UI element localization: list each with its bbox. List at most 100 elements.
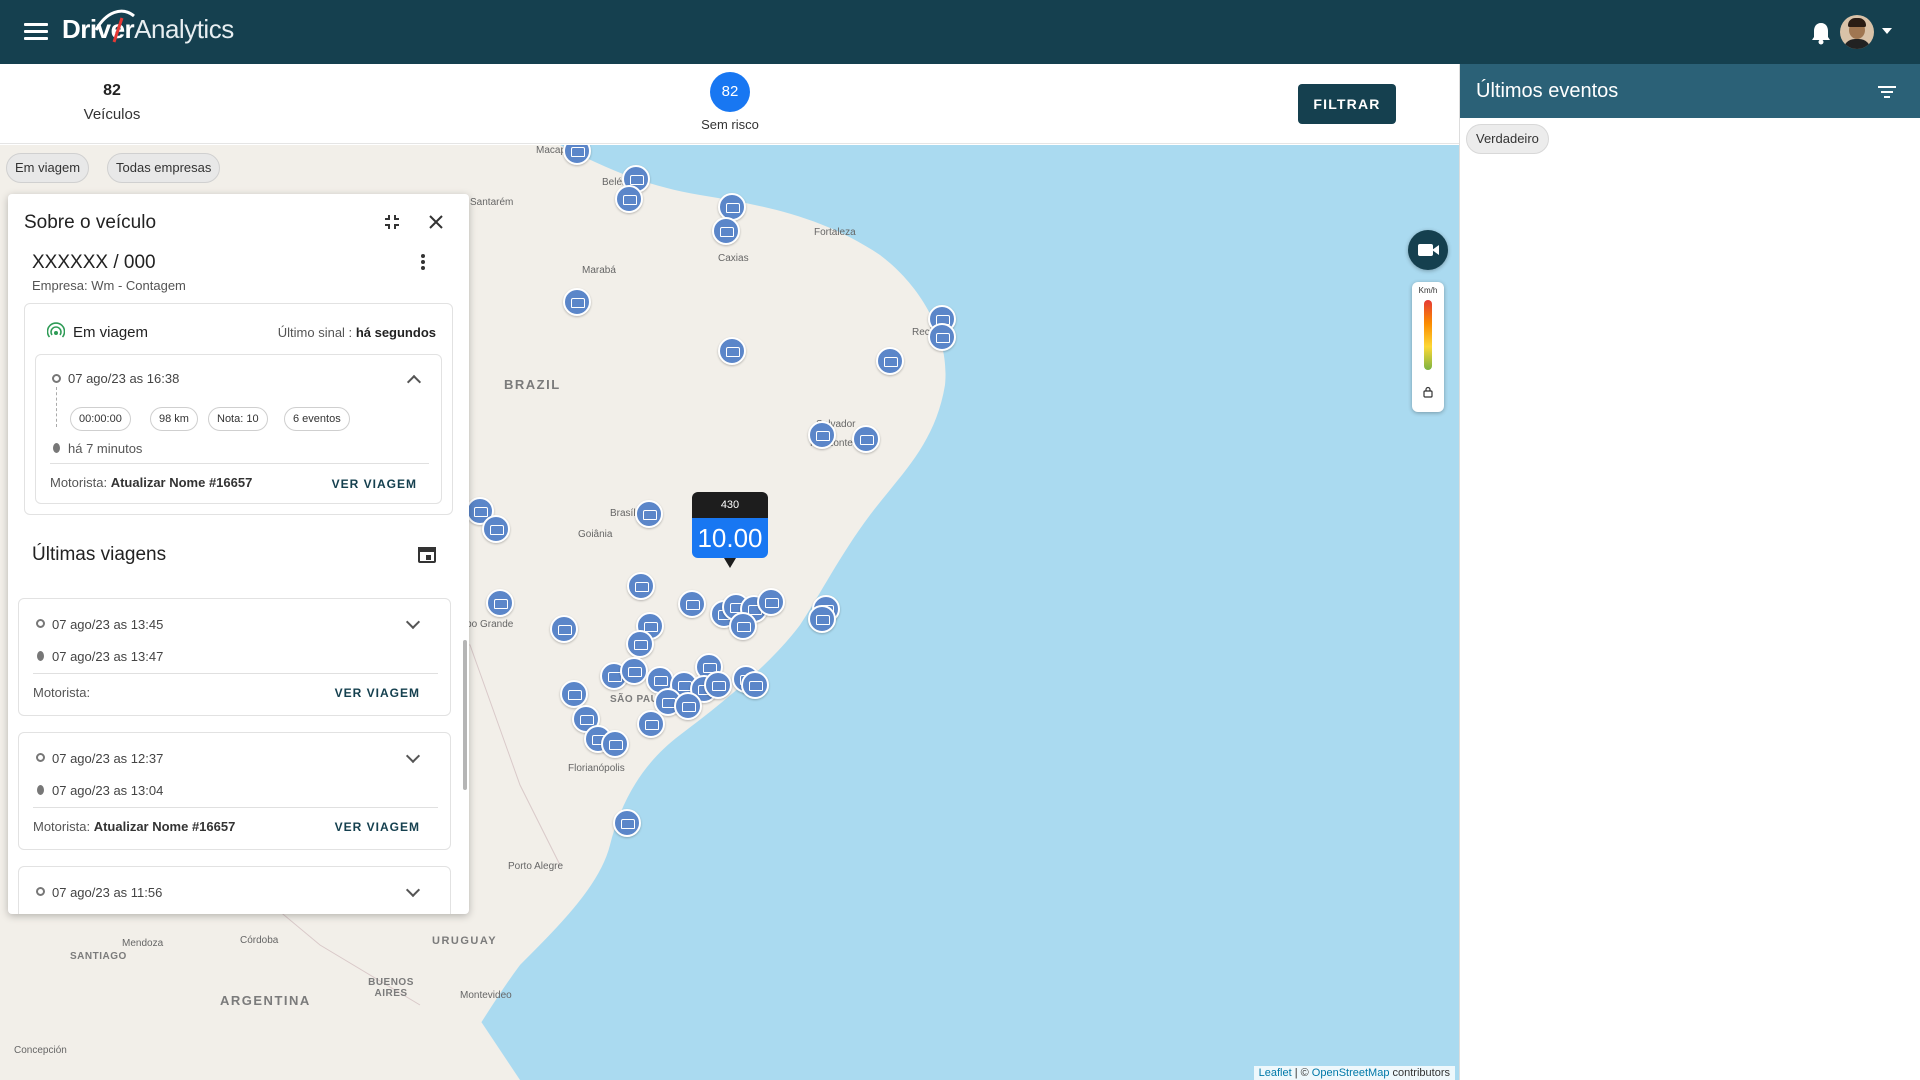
vehicle-marker[interactable] [674, 692, 702, 720]
total-vehicles-count: 82 [103, 82, 121, 99]
stats-bar: 82 Veículos 82 Sem risco FILTRAR [0, 64, 1459, 144]
vehicle-marker[interactable] [627, 572, 655, 600]
map-label: Mendoza [122, 938, 164, 949]
vehicle-marker[interactable] [560, 680, 588, 708]
trip-end: 07 ago/23 as 13:04 [52, 783, 164, 798]
vehicle-marker[interactable] [615, 185, 643, 213]
chevron-down-icon[interactable] [405, 748, 421, 764]
no-risk-stat[interactable]: 82 Sem risco [690, 72, 770, 132]
user-avatar[interactable] [1840, 15, 1874, 49]
vehicle-marker[interactable] [704, 671, 732, 699]
vehicle-marker[interactable] [718, 337, 746, 365]
vehicle-marker[interactable] [637, 710, 665, 738]
list-item: 07 ago/23 as 13:45 07 ago/23 as 13:47 Mo… [18, 598, 451, 716]
filter-button[interactable]: FILTRAR [1298, 84, 1396, 124]
map-label: Porto Alegre [508, 861, 564, 872]
map-label: Fortaleza [814, 227, 856, 238]
vehicle-marker[interactable] [852, 425, 880, 453]
map-label: BUENOS AIRES [368, 977, 414, 999]
chevron-down-icon[interactable] [1882, 28, 1892, 34]
map-label-country: SANTIAGO [70, 951, 127, 962]
trip-score: Nota: 10 [208, 407, 268, 431]
map-label-country: URUGUAY [432, 935, 498, 947]
view-trip-button[interactable]: VER VIAGEM [335, 686, 420, 700]
trip-end-pin-icon [53, 443, 60, 453]
trip-start: 07 ago/23 as 11:56 [52, 885, 163, 900]
chip-true-filter[interactable]: Verdadeiro [1466, 124, 1549, 154]
camera-button[interactable] [1408, 230, 1448, 270]
vehicle-marker[interactable] [482, 515, 510, 543]
view-trip-button[interactable]: VER VIAGEM [335, 820, 420, 834]
lock-icon[interactable] [1422, 386, 1434, 398]
vehicle-marker[interactable] [635, 500, 663, 528]
vehicle-marker[interactable] [712, 217, 740, 245]
minimize-icon[interactable] [384, 214, 400, 230]
vehicle-marker[interactable] [613, 809, 641, 837]
vehicle-marker[interactable] [928, 323, 956, 351]
map-label: Marabá [582, 265, 616, 276]
events-panel-title: Últimos eventos [1476, 79, 1619, 102]
map-attribution: Leaflet | © OpenStreetMap contributors [1253, 1066, 1455, 1080]
callout-speed: 10.00 [692, 518, 768, 558]
vehicle-marker[interactable] [741, 671, 769, 699]
scrollbar[interactable] [463, 640, 467, 790]
osm-link[interactable]: OpenStreetMap [1312, 1067, 1390, 1079]
map-label: Montevideo [460, 990, 512, 1001]
events-panel: Últimos eventos Verdadeiro [1459, 64, 1920, 1080]
speed-legend: Km/h [1412, 282, 1444, 412]
current-trip-card: 07 ago/23 as 16:38 00:00:00 98 km Nota: … [35, 354, 442, 504]
events-panel-header: Últimos eventos [1460, 64, 1920, 118]
vehicle-marker[interactable] [486, 589, 514, 617]
calendar-icon[interactable] [418, 544, 436, 564]
trip-start: 07 ago/23 as 16:38 [68, 371, 180, 386]
vehicle-marker[interactable] [620, 657, 648, 685]
vehicle-marker[interactable] [808, 605, 836, 633]
vehicle-marker[interactable] [729, 612, 757, 640]
trip-driver: Motorista: Atualizar Nome #16657 [50, 475, 253, 490]
chip-company[interactable]: Todas empresas [107, 153, 221, 183]
chip-trip-status[interactable]: Em viagem [6, 153, 90, 183]
map-label: Florianópolis [568, 763, 625, 774]
vehicle-marker[interactable] [678, 590, 706, 618]
map-label-country: ARGENTINA [220, 993, 311, 1008]
callout-pointer-icon [724, 558, 736, 568]
total-vehicles-label: Veículos [83, 106, 141, 123]
more-options-icon[interactable] [420, 254, 426, 272]
trip-end-pin-icon [37, 651, 44, 661]
filter-icon[interactable] [1878, 86, 1896, 100]
vehicle-marker[interactable] [601, 730, 629, 758]
no-risk-count: 82 [710, 72, 750, 112]
chevron-up-icon[interactable] [406, 374, 422, 390]
panel-title: Sobre o veículo [24, 212, 157, 233]
trip-duration: 00:00:00 [70, 407, 131, 431]
close-icon[interactable] [426, 212, 446, 232]
trip-start-icon [52, 374, 61, 383]
app-logo[interactable]: DriverAnalytics [62, 9, 234, 45]
menu-icon[interactable] [22, 20, 50, 44]
trip-driver: Motorista: [33, 685, 91, 700]
last-signal: Último sinal : há segundos [277, 325, 436, 340]
vehicle-marker[interactable] [808, 421, 836, 449]
trip-status: Em viagem [73, 324, 149, 341]
vehicle-marker[interactable] [563, 288, 591, 316]
trip-start-icon [36, 887, 45, 896]
view-trip-button[interactable]: VER VIAGEM [332, 477, 417, 491]
selected-vehicle-callout[interactable]: 430 10.00 [692, 492, 768, 568]
trip-start: 07 ago/23 as 13:45 [52, 617, 164, 632]
recent-trips-list[interactable]: 07 ago/23 as 13:45 07 ago/23 as 13:47 Mo… [18, 598, 451, 914]
leaflet-link[interactable]: Leaflet [1259, 1067, 1292, 1079]
vehicle-marker[interactable] [550, 615, 578, 643]
map-label: Santarém [470, 197, 514, 208]
total-vehicles-stat[interactable]: 82 Veículos [70, 82, 154, 123]
trip-events: 6 eventos [284, 407, 350, 431]
vehicle-marker[interactable] [876, 347, 904, 375]
vehicle-marker[interactable] [757, 588, 785, 616]
trip-start: 07 ago/23 as 12:37 [52, 751, 164, 766]
trip-end-pin-icon [37, 785, 44, 795]
chevron-down-icon[interactable] [405, 614, 421, 630]
trip-distance: 98 km [150, 407, 198, 431]
logo-swoosh-icon [94, 9, 135, 43]
chevron-down-icon[interactable] [405, 882, 421, 898]
notifications-bell-icon[interactable] [1810, 21, 1832, 45]
vehicle-marker[interactable] [626, 630, 654, 658]
